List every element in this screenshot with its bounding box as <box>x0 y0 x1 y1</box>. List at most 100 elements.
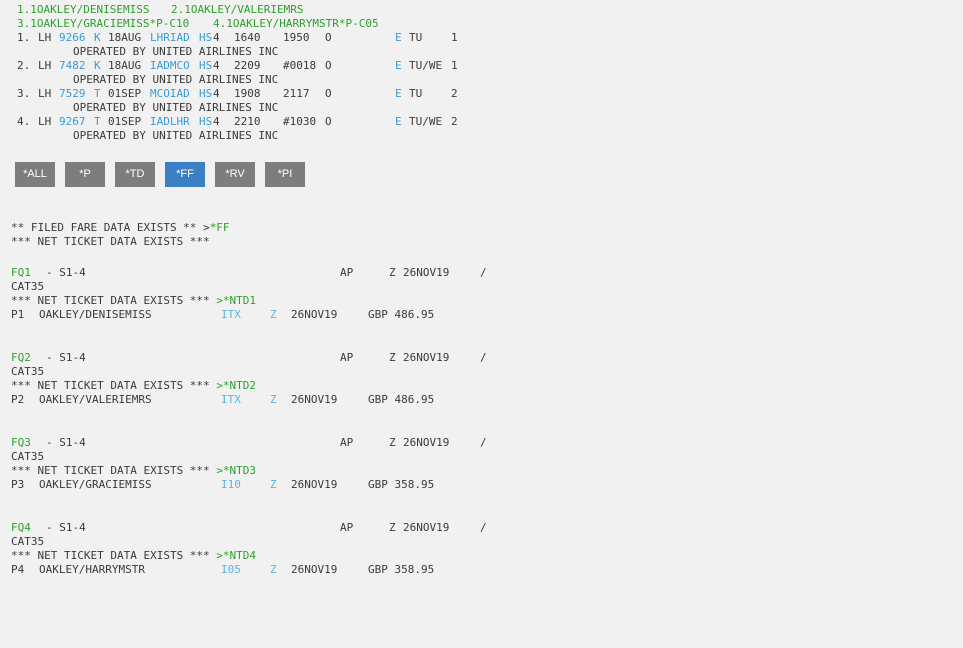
operating-days: TU <box>409 87 423 100</box>
passenger-name-link[interactable]: 4.1OAKLEY/HARRYMSTR*P-C05 <box>213 17 379 31</box>
ticket-data-button[interactable]: *TD <box>115 162 155 187</box>
net-ticket-row: *** NET TICKET DATA EXISTS *** >*NTD1 <box>11 294 256 308</box>
route-link[interactable]: MCOIAD <box>150 87 190 101</box>
net-ticket-link[interactable]: >*NTD1 <box>216 294 256 307</box>
operating-days: TU <box>409 31 423 44</box>
status-code: HS <box>199 31 213 44</box>
arrival-time: #0018 <box>283 59 317 72</box>
operating-days: TU/WE <box>409 59 443 72</box>
net-ticket-row: *** NET TICKET DATA EXISTS *** >*NTD4 <box>11 549 256 563</box>
z-code: Z <box>270 308 277 321</box>
fare-amount: GBP 358.95 <box>368 478 435 491</box>
party-count: 4 <box>213 31 220 44</box>
segment-number: 2. <box>17 59 31 72</box>
z-indicator: Z <box>389 521 396 534</box>
fare-basis-link[interactable]: I05 <box>221 563 241 577</box>
net-ticket-text: *** NET TICKET DATA EXISTS *** <box>11 464 217 477</box>
fare-amount: GBP 486.95 <box>368 308 435 321</box>
party-count: 4 <box>213 87 220 100</box>
passenger-info-button[interactable]: *PI <box>265 162 305 187</box>
departure-time: 2209 <box>234 59 261 72</box>
stops: O <box>325 31 332 44</box>
z-indicator: Z <box>389 436 396 449</box>
pricing-button[interactable]: *P <box>65 162 105 187</box>
status-code: HS <box>199 115 213 128</box>
z-code: Z <box>270 563 277 576</box>
booking-class-link[interactable]: T <box>94 115 101 129</box>
fare-basis-link[interactable]: ITX <box>221 393 241 407</box>
ap-indicator: AP <box>340 266 354 279</box>
fare-quote-link[interactable]: FQ2 <box>11 351 31 365</box>
passenger-name: OAKLEY/HARRYMSTR <box>39 563 145 576</box>
filed-fare-link[interactable]: *FF <box>210 221 230 234</box>
operating-days: TU/WE <box>409 115 443 128</box>
fare-quote-link[interactable]: FQ4 <box>11 521 31 535</box>
filed-fare-button[interactable]: *FF <box>165 162 205 187</box>
segment-number: 3. <box>17 87 31 100</box>
route-link[interactable]: IADLHR <box>150 115 190 129</box>
terminal-number: 1 <box>451 31 458 44</box>
terminal-number: 2 <box>451 87 458 100</box>
eticket-link[interactable]: E <box>395 115 402 129</box>
filed-fare-text: ** FILED FARE DATA EXISTS ** > <box>11 221 210 234</box>
z-indicator: Z <box>389 266 396 279</box>
z-indicator: Z <box>389 351 396 364</box>
net-ticket-link[interactable]: >*NTD2 <box>216 379 256 392</box>
eticket-link[interactable]: E <box>395 87 402 101</box>
fare-quote-link[interactable]: FQ1 <box>11 266 31 280</box>
net-ticket-text: *** NET TICKET DATA EXISTS *** <box>11 294 217 307</box>
remarks-button[interactable]: *RV <box>215 162 255 187</box>
fare-basis-link[interactable]: I10 <box>221 478 241 492</box>
operated-by-text: OPERATED BY UNITED AIRLINES INC <box>73 101 279 114</box>
booking-class-link[interactable]: T <box>94 87 101 101</box>
passenger-names-row-2: 3.1OAKLEY/GRACIEMISS*P-C10 4.1OAKLEY/HAR… <box>17 17 379 31</box>
category-code: CAT35 <box>11 365 45 378</box>
flight-number-link[interactable]: 9267 <box>59 115 86 129</box>
segment-number: 4. <box>17 115 31 128</box>
fare-amount: GBP 486.95 <box>368 393 435 406</box>
departure-time: 1640 <box>234 31 261 44</box>
terminal-number: 2 <box>451 115 458 128</box>
segment-date: 01SEP <box>108 87 142 100</box>
passenger-name-link[interactable]: 1.1OAKLEY/DENISEMISS <box>17 3 149 17</box>
category-code: CAT35 <box>11 280 45 293</box>
net-ticket-text: *** NET TICKET DATA EXISTS *** <box>11 379 217 392</box>
fare-date: 26NOV19 <box>403 521 450 534</box>
operated-by-text: OPERATED BY UNITED AIRLINES INC <box>73 73 279 86</box>
net-ticket-link[interactable]: >*NTD3 <box>216 464 256 477</box>
fare-basis-link[interactable]: ITX <box>221 308 241 322</box>
booking-class-link[interactable]: K <box>94 31 101 45</box>
fare-quote-link[interactable]: FQ3 <box>11 436 31 450</box>
passenger-ref: P3 <box>11 478 25 491</box>
departure-time: 1908 <box>234 87 261 100</box>
net-ticket-link[interactable]: >*NTD4 <box>216 549 256 562</box>
passenger-name-link[interactable]: 2.1OAKLEY/VALERIEMRS <box>171 3 303 17</box>
slash: / <box>480 266 487 279</box>
route-link[interactable]: LHRIAD <box>150 31 190 45</box>
eticket-link[interactable]: E <box>395 31 402 45</box>
flight-number-link[interactable]: 7482 <box>59 59 86 73</box>
all-button[interactable]: *ALL <box>15 162 55 187</box>
passenger-name-link[interactable]: 3.1OAKLEY/GRACIEMISS*P-C10 <box>17 17 189 31</box>
route-link[interactable]: IADMCO <box>150 59 190 73</box>
slash: / <box>480 351 487 364</box>
passenger-names-row-1: 1.1OAKLEY/DENISEMISS 2.1OAKLEY/VALERIEMR… <box>17 3 303 17</box>
ap-indicator: AP <box>340 436 354 449</box>
fare-amount: GBP 358.95 <box>368 563 435 576</box>
segment-date: 18AUG <box>108 31 142 44</box>
terminal-number: 1 <box>451 59 458 72</box>
status-code: HS <box>199 59 213 72</box>
stops: O <box>325 115 332 128</box>
flight-number-link[interactable]: 7529 <box>59 87 86 101</box>
booking-class-link[interactable]: K <box>94 59 101 73</box>
fare-date: 26NOV19 <box>291 308 338 321</box>
eticket-link[interactable]: E <box>395 59 402 73</box>
passenger-name: OAKLEY/VALERIEMRS <box>39 393 152 406</box>
net-ticket-notice: *** NET TICKET DATA EXISTS *** <box>11 235 210 248</box>
stops: O <box>325 87 332 100</box>
party-count: 4 <box>213 59 220 72</box>
flight-number-link[interactable]: 9266 <box>59 31 86 45</box>
fare-date: 26NOV19 <box>291 563 338 576</box>
departure-time: 2210 <box>234 115 261 128</box>
fare-date: 26NOV19 <box>291 478 338 491</box>
